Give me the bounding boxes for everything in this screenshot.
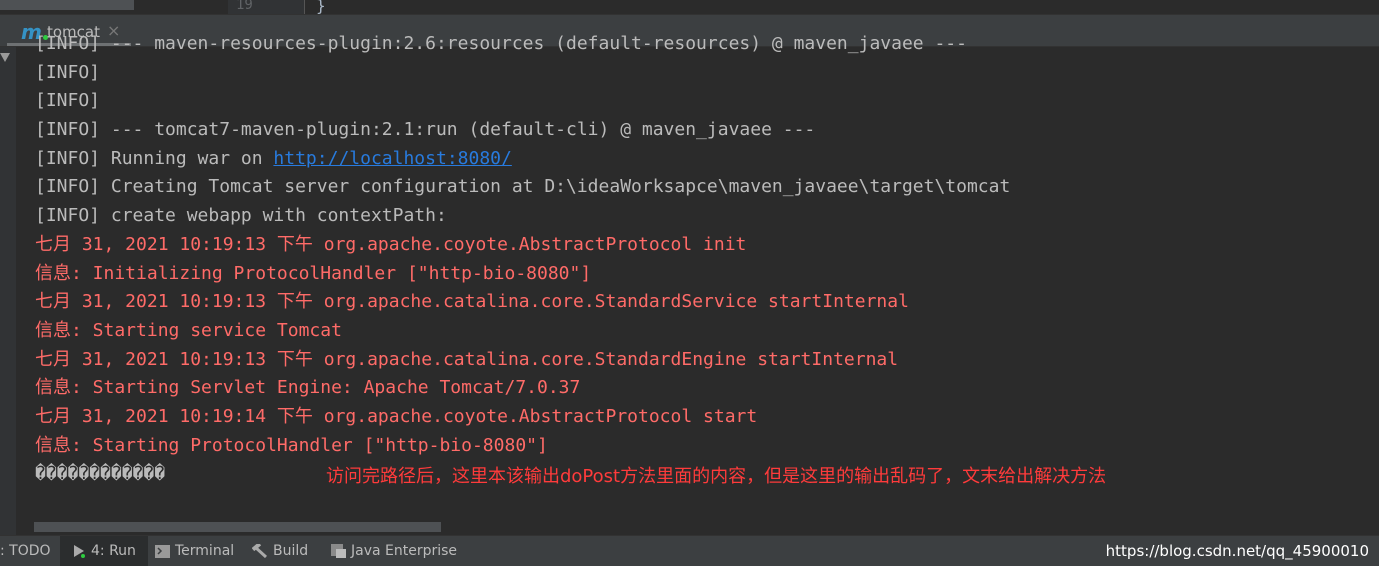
console-line-text: [INFO] --- tomcat7-maven-plugin:2.1:run … — [35, 119, 816, 141]
tool-tab-java-enterprise[interactable]: Java Enterprise — [331, 536, 457, 566]
console-line-text: 信息: Starting Servlet Engine: Apache Tomc… — [35, 377, 581, 399]
console-line: 七月 31, 2021 10:19:13 下午 org.apache.catal… — [35, 288, 1010, 317]
tool-tab-label: Java Enterprise — [351, 543, 458, 559]
console-line-text: ������������ — [35, 463, 166, 485]
code-brace: } — [316, 0, 326, 15]
console-line-text: [INFO] --- maven-resources-plugin:2.6:re… — [35, 33, 967, 54]
watermark: https://blog.csdn.net/qq_45900010 — [1105, 542, 1369, 560]
console-line-text: [INFO] — [35, 90, 101, 112]
console-line: 信息: Initializing ProtocolHandler ["http-… — [35, 260, 1010, 289]
console-output[interactable]: [INFO] --- maven-resources-plugin:2.6:re… — [35, 30, 1010, 489]
console-line-text: [INFO] create webapp with contextPath: — [35, 205, 447, 227]
annotation-text: 访问完路径后，这里本该输出doPost方法里面的内容，但是这里的输出乱码了，文末… — [326, 466, 1107, 487]
console-line-text: 信息: Starting ProtocolHandler ["http-bio-… — [35, 434, 548, 456]
localhost-link[interactable]: http://localhost:8080/ — [273, 148, 511, 169]
console-gutter — [0, 47, 16, 535]
tool-tab-terminal[interactable]: Terminal — [155, 536, 234, 566]
console-line: [INFO] --- maven-resources-plugin:2.6:re… — [35, 30, 1010, 59]
console-line: [INFO] Creating Tomcat server configurat… — [35, 173, 1010, 202]
console-line: 七月 31, 2021 10:19:13 下午 org.apache.coyot… — [35, 231, 1010, 260]
console-line-text: 七月 31, 2021 10:19:13 下午 org.apache.coyot… — [35, 233, 747, 255]
tool-tab-label: Terminal — [175, 543, 235, 559]
console-line: 信息: Starting ProtocolHandler ["http-bio-… — [35, 432, 1010, 461]
tool-tab-label: Build — [273, 543, 309, 559]
console-line: 信息: Starting Servlet Engine: Apache Tomc… — [35, 374, 1010, 403]
tool-tab-label: : TODO — [0, 543, 51, 559]
console-line: [INFO] Running war on http://localhost:8… — [35, 145, 1010, 174]
hammer-icon — [252, 544, 268, 558]
console-line: 七月 31, 2021 10:19:14 下午 org.apache.coyot… — [35, 403, 1010, 432]
console-line-text: 七月 31, 2021 10:19:13 下午 org.apache.catal… — [35, 291, 909, 313]
run-icon — [74, 545, 85, 558]
tool-tab-run[interactable]: 4: Run — [60, 536, 148, 566]
console-line-text: [INFO] — [35, 61, 101, 83]
console-line-text: 七月 31, 2021 10:19:13 下午 org.apache.catal… — [35, 348, 899, 370]
java-enterprise-icon — [331, 544, 346, 558]
console-line: [INFO] --- tomcat7-maven-plugin:2.1:run … — [35, 116, 1010, 145]
console-line-text: 信息: Starting service Tomcat — [35, 319, 342, 341]
console-line-text: 七月 31, 2021 10:19:14 下午 org.apache.coyot… — [35, 405, 758, 427]
tool-tab-build[interactable]: Build — [252, 536, 308, 566]
console-line-text: 信息: Initializing ProtocolHandler ["http-… — [35, 262, 592, 284]
console-line: [INFO] — [35, 87, 1010, 116]
line-number: 19 — [228, 0, 305, 14]
console-line: [INFO] — [35, 59, 1010, 88]
collapse-triangle-icon[interactable] — [0, 53, 10, 62]
editor-scrollbar[interactable] — [0, 0, 134, 10]
tool-tab-label: 4: Run — [91, 543, 136, 559]
editor-strip: 19 } — [0, 0, 1379, 15]
console-line: 七月 31, 2021 10:19:13 下午 org.apache.catal… — [35, 346, 1010, 375]
tool-tab-todo[interactable]: : TODO — [0, 536, 52, 566]
console-line: 信息: Starting service Tomcat — [35, 317, 1010, 346]
console-line: [INFO] create webapp with contextPath: — [35, 202, 1010, 231]
terminal-icon — [155, 544, 170, 558]
console-line-text: [INFO] Creating Tomcat server configurat… — [35, 176, 1011, 198]
console-line-text: [INFO] Running war on — [35, 147, 274, 169]
tool-window-bar: : TODO 4: Run Terminal Build Java Enterp… — [0, 535, 1379, 566]
horizontal-scrollbar[interactable] — [34, 522, 441, 532]
